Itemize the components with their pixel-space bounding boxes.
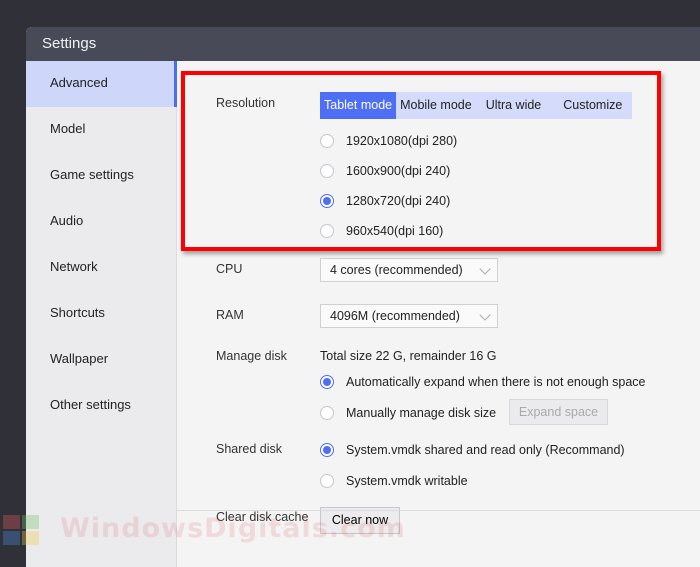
- resolution-label: Resolution: [216, 96, 276, 110]
- clear-cache-label: Clear disk cache: [216, 510, 309, 524]
- resolution-tabs: Tablet mode Mobile mode Ultra wide Custo…: [320, 92, 633, 119]
- sidebar-item-shortcuts[interactable]: Shortcuts: [26, 291, 176, 337]
- sidebar-item-model[interactable]: Model: [26, 107, 176, 153]
- resolution-option[interactable]: 1600x900(dpi 240): [320, 164, 450, 178]
- radio-button[interactable]: [320, 406, 334, 420]
- shared-readonly-option[interactable]: System.vmdk shared and read only (Recomm…: [320, 443, 625, 457]
- cpu-select[interactable]: 4 cores (recommended): [320, 258, 498, 282]
- writable-option[interactable]: System.vmdk writable: [320, 474, 468, 488]
- auto-expand-label: Automatically expand when there is not e…: [346, 375, 646, 389]
- tab-tablet-mode[interactable]: Tablet mode: [320, 92, 397, 119]
- cpu-label: CPU: [216, 262, 243, 276]
- disk-size-info: Total size 22 G, remainder 16 G: [320, 349, 497, 363]
- radio-button[interactable]: [320, 224, 334, 238]
- resolution-option[interactable]: 1280x720(dpi 240): [320, 194, 450, 208]
- chevron-down-icon: [479, 263, 491, 275]
- tab-customize[interactable]: Customize: [553, 92, 632, 119]
- window-title: Settings: [26, 27, 700, 61]
- resolution-option-label: 1280x720(dpi 240): [346, 194, 451, 208]
- radio-button-checked[interactable]: [320, 194, 334, 208]
- chevron-down-icon: [479, 309, 491, 321]
- sidebar-item-wallpaper[interactable]: Wallpaper: [26, 337, 176, 383]
- sidebar-item-audio[interactable]: Audio: [26, 199, 176, 245]
- ram-select[interactable]: 4096M (recommended): [320, 304, 498, 328]
- manual-manage-label: Manually manage disk size: [346, 406, 497, 420]
- clear-now-button[interactable]: Clear now: [320, 507, 400, 534]
- resolution-option-label: 960x540(dpi 160): [346, 224, 444, 238]
- sidebar-item-game-settings[interactable]: Game settings: [26, 153, 176, 199]
- tab-ultra-wide[interactable]: Ultra wide: [476, 92, 554, 119]
- radio-button[interactable]: [320, 134, 334, 148]
- resolution-option[interactable]: 1920x1080(dpi 280): [320, 134, 457, 148]
- writable-label: System.vmdk writable: [346, 474, 468, 488]
- resolution-option-label: 1920x1080(dpi 280): [346, 134, 458, 148]
- settings-content: Resolution Tablet mode Mobile mode Ultra…: [177, 61, 700, 567]
- expand-space-button[interactable]: Expand space: [509, 399, 608, 425]
- ram-label: RAM: [216, 308, 244, 322]
- radio-button[interactable]: [320, 474, 334, 488]
- manual-manage-option[interactable]: Manually manage disk size: [320, 406, 496, 420]
- radio-button-checked[interactable]: [320, 375, 334, 389]
- radio-button[interactable]: [320, 164, 334, 178]
- sidebar-item-advanced[interactable]: Advanced: [26, 61, 177, 107]
- radio-button-checked[interactable]: [320, 443, 334, 457]
- cpu-select-value: 4 cores (recommended): [330, 263, 463, 277]
- manage-disk-label: Manage disk: [216, 349, 287, 363]
- shared-disk-label: Shared disk: [216, 442, 283, 456]
- sidebar-item-network[interactable]: Network: [26, 245, 176, 291]
- tab-mobile-mode[interactable]: Mobile mode: [396, 92, 476, 119]
- ram-select-value: 4096M (recommended): [330, 309, 460, 323]
- sidebar: Advanced Model Game settings Audio Netwo…: [26, 61, 177, 567]
- shared-readonly-label: System.vmdk shared and read only (Recomm…: [346, 443, 625, 457]
- resolution-option[interactable]: 960x540(dpi 160): [320, 224, 443, 238]
- settings-window: Settings Advanced Model Game settings Au…: [26, 27, 700, 567]
- sidebar-item-other-settings[interactable]: Other settings: [26, 383, 176, 429]
- auto-expand-option[interactable]: Automatically expand when there is not e…: [320, 375, 646, 389]
- footer-divider: [177, 510, 700, 511]
- resolution-option-label: 1600x900(dpi 240): [346, 164, 451, 178]
